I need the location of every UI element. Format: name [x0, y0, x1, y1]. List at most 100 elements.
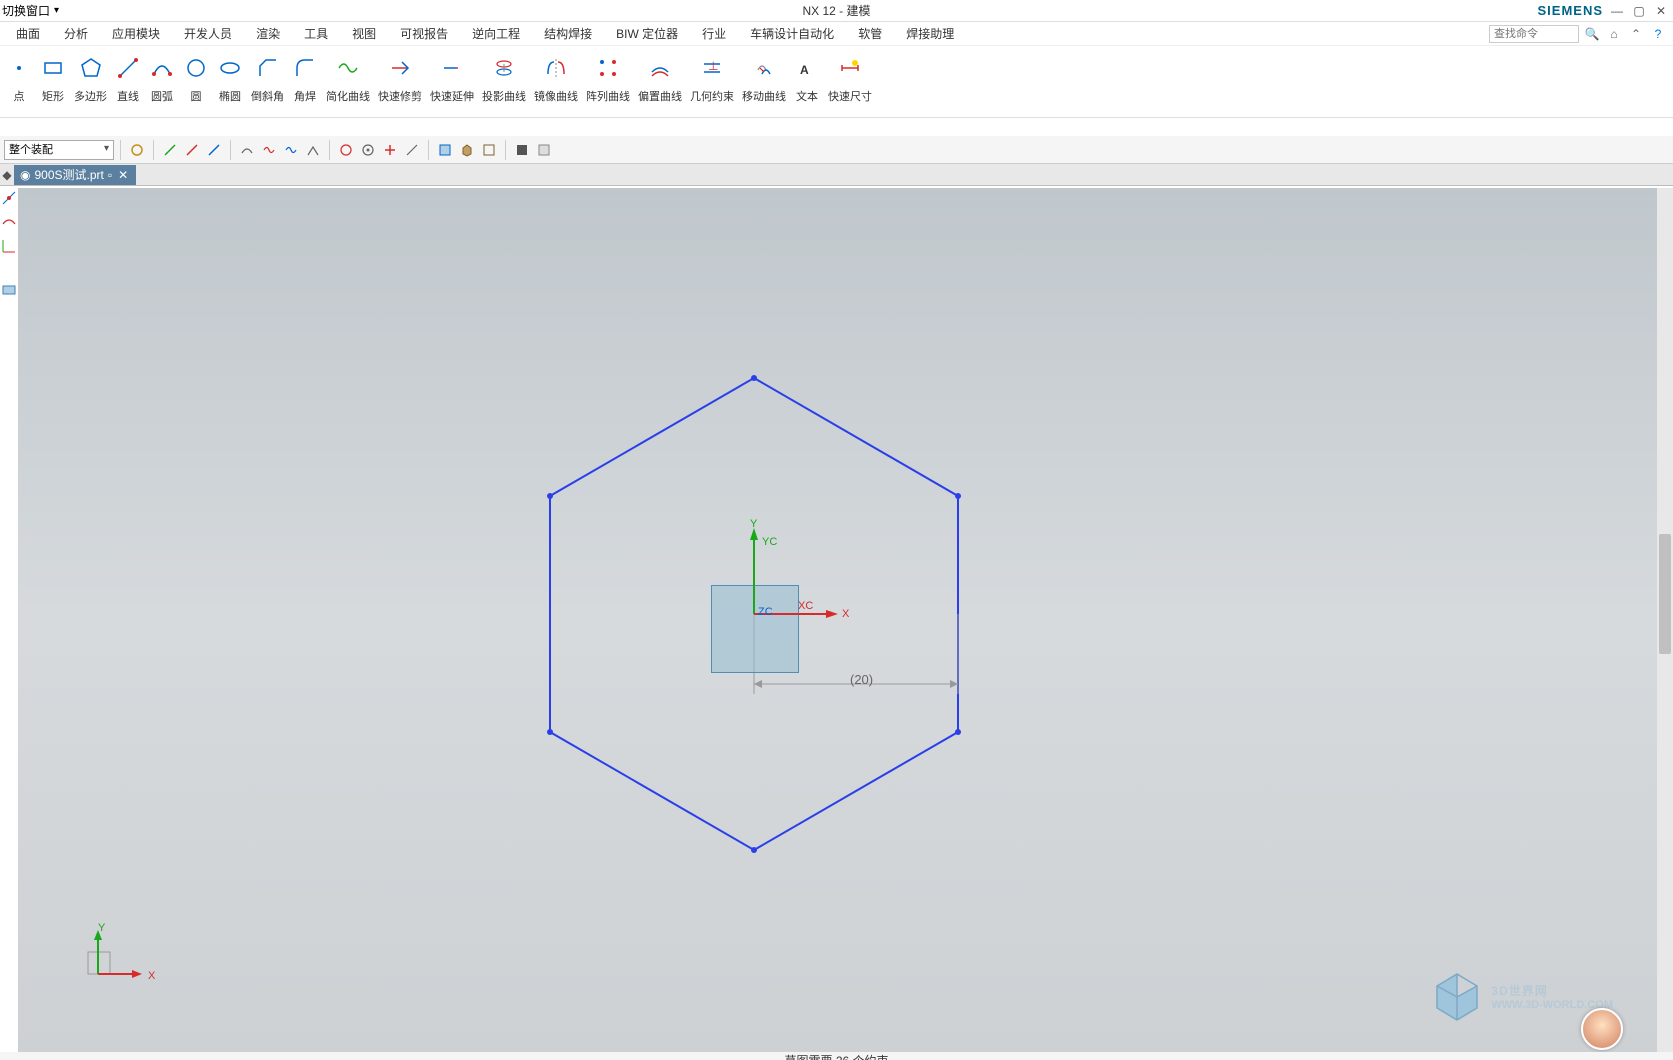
menu-visual-report[interactable]: 可视报告 [388, 22, 460, 45]
watermark-text: 3D世界网 [1491, 982, 1613, 999]
app-title: NX 12 - 建模 [802, 2, 870, 19]
separator [505, 140, 506, 160]
vertical-scrollbar[interactable] [1657, 188, 1673, 1052]
sel-line2-icon[interactable] [182, 140, 202, 160]
menu-right: 🔍 ⌂ ⌃ ? [1489, 25, 1673, 43]
help-icon[interactable]: ? [1649, 25, 1667, 43]
menu-biw[interactable]: BIW 定位器 [604, 22, 690, 45]
sel-curve-icon[interactable] [237, 140, 257, 160]
close-button[interactable]: ✕ [1653, 3, 1669, 19]
ribbon-move[interactable]: 移动曲线 [738, 50, 790, 106]
ribbon-mirror[interactable]: 镜像曲线 [530, 50, 582, 106]
dimension-value[interactable]: (20) [850, 672, 873, 687]
menu-render[interactable]: 渲染 [244, 22, 292, 45]
sidebar-datum-icon[interactable] [1, 282, 17, 298]
display-solid-icon[interactable] [512, 140, 532, 160]
sidebar-sketch-icon[interactable] [1, 190, 17, 206]
home-icon[interactable]: ⌂ [1605, 25, 1623, 43]
status-bar: 草图需要 26 个约束 [0, 1052, 1673, 1060]
csys-axes[interactable] [734, 518, 854, 638]
maximize-button[interactable]: ▢ [1631, 3, 1647, 19]
separator [428, 140, 429, 160]
ribbon-offset[interactable]: 偏置曲线 [634, 50, 686, 106]
sel-diag-icon[interactable] [402, 140, 422, 160]
separator [120, 140, 121, 160]
tab-dropdown-icon[interactable]: ◆ [0, 165, 14, 185]
ribbon-fillet[interactable]: 角焊 [288, 50, 322, 106]
scrollbar-thumb[interactable] [1659, 534, 1671, 654]
file-icon: ◉ [20, 168, 30, 182]
ribbon-arc[interactable]: 圆弧 [145, 50, 179, 106]
sel-wireframe-icon[interactable] [479, 140, 499, 160]
sel-tangent-icon[interactable] [303, 140, 323, 160]
axis-zc-label: ZC [758, 606, 773, 618]
view-tripod[interactable] [78, 922, 148, 992]
ribbon-chamfer[interactable]: 倒斜角 [247, 50, 288, 106]
menu-view[interactable]: 视图 [340, 22, 388, 45]
ribbon-extend[interactable]: 快速延伸 [426, 50, 478, 106]
sel-center-icon[interactable] [358, 140, 378, 160]
ribbon-pattern[interactable]: 阵列曲线 [582, 50, 634, 106]
menu-weld-assist[interactable]: 焊接助理 [894, 22, 966, 45]
sel-circle-icon[interactable] [336, 140, 356, 160]
assembly-mode-combo[interactable]: 整个装配 [4, 140, 114, 160]
ribbon-line[interactable]: 直线 [111, 50, 145, 106]
ribbon-simplify[interactable]: 简化曲线 [322, 50, 374, 106]
menu-surface[interactable]: 曲面 [4, 22, 52, 45]
sel-edge-icon[interactable] [204, 140, 224, 160]
left-sidebar [0, 190, 18, 298]
ribbon-circle[interactable]: 圆 [179, 50, 213, 106]
sel-plus-icon[interactable] [380, 140, 400, 160]
menu-industry[interactable]: 行业 [690, 22, 738, 45]
document-tab[interactable]: ◉ 900S测试.prt ▫ ✕ [14, 165, 136, 185]
search-icon[interactable]: 🔍 [1583, 25, 1601, 43]
ribbon-ellipse[interactable]: 椭圆 [213, 50, 247, 106]
minimize-button[interactable]: — [1609, 3, 1625, 19]
sel-body-icon[interactable] [457, 140, 477, 160]
sidebar-curve-icon[interactable] [1, 214, 17, 230]
switch-window-label[interactable]: 切换窗口 [2, 2, 50, 19]
axis-y-label: Y [750, 518, 757, 530]
canvas-viewport[interactable]: (20) Y YC X XC ZC Y X 3D世界网 WWW.3D-WORLD… [18, 188, 1673, 1052]
menu-struct-weld[interactable]: 结构焊接 [532, 22, 604, 45]
dropdown-icon[interactable]: ▾ [54, 5, 59, 16]
command-search-input[interactable] [1489, 25, 1579, 43]
ribbon-toolbar: 点 矩形 多边形 直线 圆弧 圆 椭圆 倒斜角 角焊 简化曲线 快速修剪 快速延… [0, 46, 1673, 118]
sel-wave-icon[interactable] [281, 140, 301, 160]
sel-line-icon[interactable] [160, 140, 180, 160]
display-wire-icon[interactable] [534, 140, 554, 160]
menu-tools[interactable]: 工具 [292, 22, 340, 45]
ribbon-project[interactable]: 投影曲线 [478, 50, 530, 106]
sel-spline-icon[interactable] [259, 140, 279, 160]
ribbon-text[interactable]: A文本 [790, 50, 824, 106]
document-tab-strip: ◆ ◉ 900S测试.prt ▫ ✕ [0, 164, 1673, 186]
menu-hose[interactable]: 软管 [846, 22, 894, 45]
title-right: SIEMENS — ▢ ✕ [1537, 3, 1673, 19]
svg-text:⊥: ⊥ [708, 59, 718, 73]
separator [153, 140, 154, 160]
menu-bar: 曲面 分析 应用模块 开发人员 渲染 工具 视图 可视报告 逆向工程 结构焊接 … [0, 22, 1673, 46]
ribbon-rect[interactable]: 矩形 [36, 50, 70, 106]
tripod-x-label: X [148, 970, 155, 982]
ribbon-quickdim[interactable]: 快速尺寸 [824, 50, 876, 106]
assistant-avatar-icon[interactable] [1581, 1008, 1623, 1050]
menu-vehicle[interactable]: 车辆设计自动化 [738, 22, 846, 45]
tab-window-icon[interactable]: ▫ [108, 168, 112, 182]
sidebar-axis-icon[interactable] [1, 238, 17, 254]
nav-icon[interactable]: ⌃ [1627, 25, 1645, 43]
menu-analysis[interactable]: 分析 [52, 22, 100, 45]
sel-face-icon[interactable] [435, 140, 455, 160]
filter-icon[interactable] [127, 140, 147, 160]
axis-xc-label: XC [798, 600, 813, 612]
watermark-cube-icon [1431, 970, 1483, 1022]
ribbon-polygon[interactable]: 多边形 [70, 50, 111, 106]
title-bar: 切换窗口 ▾ NX 12 - 建模 SIEMENS — ▢ ✕ [0, 0, 1673, 22]
menu-developer[interactable]: 开发人员 [172, 22, 244, 45]
tab-close-icon[interactable]: ✕ [116, 168, 130, 182]
ribbon-point[interactable]: 点 [2, 50, 36, 106]
ribbon-constraint[interactable]: ⊥几何约束 [686, 50, 738, 106]
selection-toolbar: 整个装配 [0, 136, 1673, 164]
ribbon-trim[interactable]: 快速修剪 [374, 50, 426, 106]
menu-reverse-eng[interactable]: 逆向工程 [460, 22, 532, 45]
menu-app-module[interactable]: 应用模块 [100, 22, 172, 45]
